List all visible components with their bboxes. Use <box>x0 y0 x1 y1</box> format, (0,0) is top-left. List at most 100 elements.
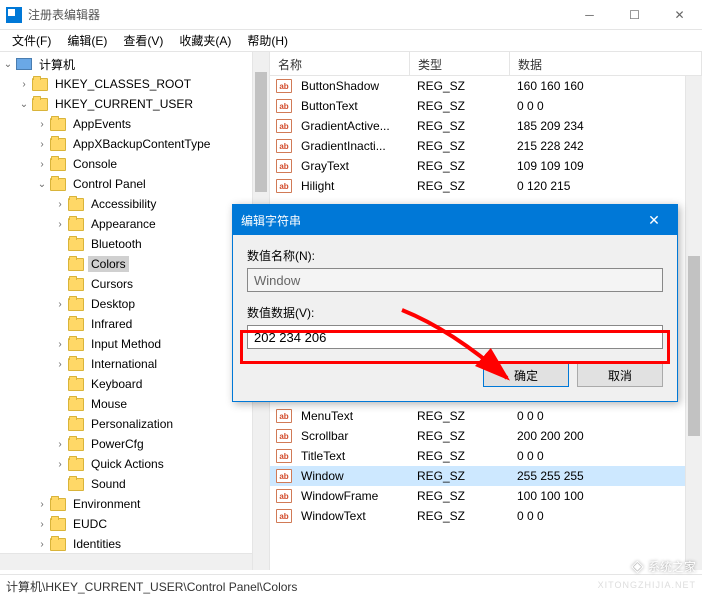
value-row[interactable]: abHilightREG_SZ0 120 215 <box>270 176 702 196</box>
chevron-right-icon[interactable]: › <box>36 499 48 510</box>
col-data[interactable]: 数据 <box>510 52 702 75</box>
tree-item[interactable]: › AppXBackupContentType <box>0 134 269 154</box>
chevron-right-icon[interactable]: › <box>36 519 48 530</box>
ok-button[interactable]: 确定 <box>483 363 569 387</box>
value-name-input[interactable] <box>247 268 663 292</box>
folder-icon <box>68 418 84 431</box>
folder-icon <box>68 358 84 371</box>
chevron-right-icon[interactable]: › <box>54 339 66 350</box>
dialog-close-icon[interactable]: ✕ <box>639 212 669 229</box>
tree-item[interactable]: › Environment <box>0 494 269 514</box>
menu-favorites[interactable]: 收藏夹(A) <box>171 30 239 51</box>
tree-label: HKEY_CURRENT_USER <box>52 96 196 112</box>
value-type: REG_SZ <box>411 409 511 423</box>
value-row[interactable]: abButtonTextREG_SZ0 0 0 <box>270 96 702 116</box>
string-value-icon: ab <box>276 509 292 523</box>
tree-item[interactable]: ›Input Method <box>0 334 269 354</box>
menu-help[interactable]: 帮助(H) <box>239 30 296 51</box>
tree-item[interactable]: ›PowerCfg <box>0 434 269 454</box>
tree-item[interactable]: ›Infrared <box>0 314 269 334</box>
window-title: 注册表编辑器 <box>28 6 567 23</box>
col-type[interactable]: 类型 <box>410 52 510 75</box>
value-name: MenuText <box>295 409 411 423</box>
chevron-right-icon[interactable]: › <box>54 439 66 450</box>
value-row[interactable]: abGradientInacti...REG_SZ215 228 242 <box>270 136 702 156</box>
chevron-down-icon[interactable]: ⌄ <box>18 99 30 110</box>
tree-item[interactable]: ›Accessibility <box>0 194 269 214</box>
value-row[interactable]: abMenuTextREG_SZ0 0 0 <box>270 406 702 426</box>
value-data: 185 209 234 <box>511 119 702 133</box>
tree-hkcr[interactable]: › HKEY_CLASSES_ROOT <box>0 74 269 94</box>
value-row[interactable]: abScrollbarREG_SZ200 200 200 <box>270 426 702 446</box>
tree-hkcu[interactable]: ⌄ HKEY_CURRENT_USER <box>0 94 269 114</box>
status-bar: 计算机\HKEY_CURRENT_USER\Control Panel\Colo… <box>0 574 702 596</box>
folder-icon <box>68 378 84 391</box>
tree-item[interactable]: ›Bluetooth <box>0 234 269 254</box>
value-data: 0 0 0 <box>511 449 702 463</box>
tree-item[interactable]: ›Quick Actions <box>0 454 269 474</box>
folder-icon <box>68 318 84 331</box>
tree-item[interactable]: ›Colors <box>0 254 269 274</box>
string-value-icon: ab <box>276 449 292 463</box>
registry-tree[interactable]: ⌄ 计算机 › HKEY_CLASSES_ROOT ⌄ HKEY_CURRENT… <box>0 54 269 570</box>
chevron-right-icon[interactable]: › <box>18 79 30 90</box>
tree-item[interactable]: ›Sound <box>0 474 269 494</box>
cancel-button[interactable]: 取消 <box>577 363 663 387</box>
tree-label: Mouse <box>88 396 130 412</box>
value-name: GradientInacti... <box>295 139 411 153</box>
tree-item[interactable]: ›Console <box>0 154 269 174</box>
chevron-down-icon[interactable]: ⌄ <box>2 59 14 70</box>
value-row[interactable]: abWindowTextREG_SZ0 0 0 <box>270 506 702 526</box>
tree-item[interactable]: ›Mouse <box>0 394 269 414</box>
maximize-button[interactable]: ☐ <box>612 0 657 30</box>
chevron-right-icon[interactable]: › <box>54 199 66 210</box>
value-type: REG_SZ <box>411 139 511 153</box>
values-list-lower[interactable]: abMenuTextREG_SZ0 0 0abScrollbarREG_SZ20… <box>270 406 702 526</box>
chevron-right-icon[interactable]: › <box>54 359 66 370</box>
chevron-right-icon[interactable]: › <box>36 119 48 130</box>
tree-item[interactable]: ›Identities <box>0 534 269 554</box>
value-type: REG_SZ <box>411 509 511 523</box>
value-row[interactable]: abWindowFrameREG_SZ100 100 100 <box>270 486 702 506</box>
values-scrollbar[interactable] <box>685 76 702 570</box>
values-list[interactable]: abButtonShadowREG_SZ160 160 160abButtonT… <box>270 76 702 196</box>
menu-file[interactable]: 文件(F) <box>4 30 59 51</box>
tree-root[interactable]: ⌄ 计算机 <box>0 54 269 74</box>
chevron-right-icon[interactable]: › <box>36 139 48 150</box>
value-row[interactable]: abGradientActive...REG_SZ185 209 234 <box>270 116 702 136</box>
value-row[interactable]: abTitleTextREG_SZ0 0 0 <box>270 446 702 466</box>
value-type: REG_SZ <box>411 489 511 503</box>
folder-icon <box>32 98 48 111</box>
tree-label: Environment <box>70 496 143 512</box>
tree-item[interactable]: ›EUDC <box>0 514 269 534</box>
tree-item[interactable]: ›Desktop <box>0 294 269 314</box>
chevron-right-icon[interactable]: › <box>36 159 48 170</box>
chevron-right-icon[interactable]: › <box>54 299 66 310</box>
value-row[interactable]: abButtonShadowREG_SZ160 160 160 <box>270 76 702 96</box>
tree-item[interactable]: ›AppEvents <box>0 114 269 134</box>
value-row[interactable]: abWindowREG_SZ255 255 255 <box>270 466 702 486</box>
value-type: REG_SZ <box>411 449 511 463</box>
chevron-right-icon[interactable]: › <box>54 459 66 470</box>
menu-edit[interactable]: 编辑(E) <box>59 30 115 51</box>
minimize-button[interactable]: ─ <box>567 0 612 30</box>
chevron-down-icon[interactable]: ⌄ <box>36 179 48 190</box>
tree-item[interactable]: ⌄Control Panel <box>0 174 269 194</box>
tree-label: AppXBackupContentType <box>70 136 213 152</box>
value-row[interactable]: abGrayTextREG_SZ109 109 109 <box>270 156 702 176</box>
tree-item[interactable]: ›Keyboard <box>0 374 269 394</box>
col-name[interactable]: 名称 <box>270 52 410 75</box>
tree-item[interactable]: ›International <box>0 354 269 374</box>
tree-hscrollbar[interactable] <box>0 553 252 570</box>
tree-item[interactable]: ›Personalization <box>0 414 269 434</box>
close-button[interactable]: ✕ <box>657 0 702 30</box>
value-name: WindowText <box>295 509 411 523</box>
menu-view[interactable]: 查看(V) <box>115 30 171 51</box>
chevron-right-icon[interactable]: › <box>54 219 66 230</box>
tree-item[interactable]: ›Cursors <box>0 274 269 294</box>
chevron-right-icon[interactable]: › <box>36 539 48 550</box>
tree-item[interactable]: ›Appearance <box>0 214 269 234</box>
value-data-input[interactable] <box>247 325 663 349</box>
dialog-titlebar[interactable]: 编辑字符串 ✕ <box>233 205 677 235</box>
string-value-icon: ab <box>276 409 292 423</box>
